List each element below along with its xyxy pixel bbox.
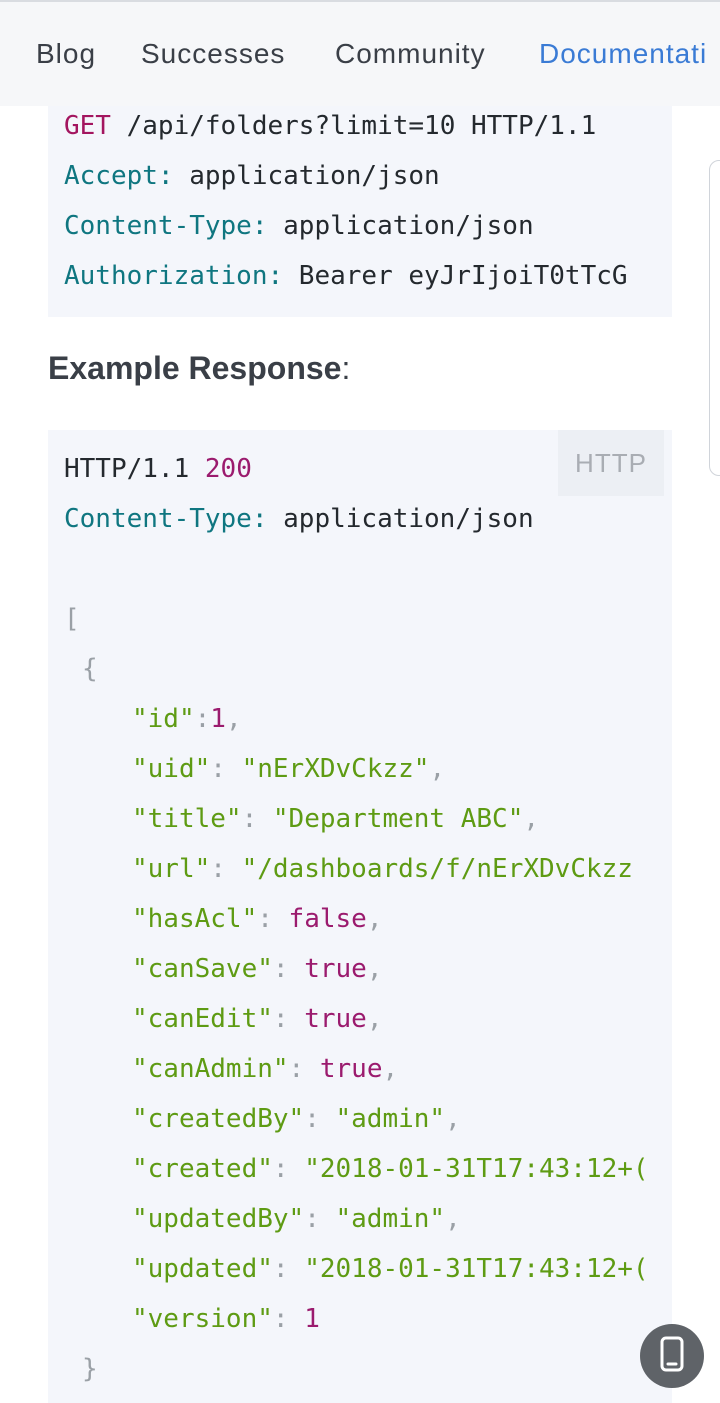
example-response-heading: Example Response: (48, 350, 350, 387)
http-method: GET (64, 111, 111, 141)
json-comma: , (366, 904, 383, 934)
json-separator: : (241, 804, 273, 834)
json-key: "created" (132, 1154, 273, 1184)
nav-link-successes[interactable]: Successes (141, 38, 285, 70)
json-key: "updated" (132, 1254, 273, 1284)
json-key: "updatedBy" (132, 1204, 305, 1234)
header-value: application/json (267, 504, 534, 534)
json-field: "updatedBy": "admin", (132, 1194, 461, 1244)
header-value: application/json (173, 161, 440, 191)
json-value: "admin" (335, 1204, 446, 1234)
json-key: "createdBy" (132, 1104, 305, 1134)
json-comma: , (429, 754, 446, 784)
json-value: 1 (304, 1304, 320, 1334)
status-line: HTTP/1.1 200 (64, 444, 252, 494)
json-separator: : (288, 1054, 320, 1084)
json-value: true (304, 954, 367, 984)
json-field: "created": "2018-01-31T17:43:12+( (132, 1144, 649, 1194)
heading-colon: : (341, 350, 351, 386)
header-name: Content-Type: (64, 211, 268, 241)
header-name: Accept: (64, 161, 174, 191)
json-value: "2018-01-31T17:43:12+( (304, 1154, 649, 1184)
json-comma: , (366, 1004, 383, 1034)
json-key: "canSave" (132, 954, 273, 984)
status-protocol: HTTP/1.1 (64, 454, 205, 484)
json-field: "hasAcl": false, (132, 894, 382, 944)
header-name: Content-Type: (64, 504, 268, 534)
header-accept: Accept: application/json (64, 151, 440, 201)
json-comma: , (382, 1054, 399, 1084)
json-value: "2018-01-31T17:43:12+( (304, 1254, 649, 1284)
json-field: "canSave": true, (132, 944, 382, 994)
side-drawer-handle[interactable] (709, 160, 720, 476)
response-header-content-type: Content-Type: application/json (64, 494, 534, 544)
status-code: 200 (204, 454, 252, 484)
json-comma: , (523, 804, 539, 834)
json-value: "nErXDvCkzz" (241, 754, 430, 784)
phone-icon (657, 1336, 687, 1377)
header-content-type: Content-Type: application/json (64, 201, 534, 251)
nav-link-blog[interactable]: Blog (36, 38, 96, 70)
json-field: "url": "/dashboards/f/nErXDvCkzz (132, 844, 633, 894)
json-field: "canAdmin": true, (132, 1044, 398, 1094)
header-value: Bearer eyJrIjoiT0tTcG (283, 261, 628, 291)
json-key: "url" (132, 854, 211, 884)
json-comma: , (445, 1204, 461, 1234)
json-separator: : (272, 954, 305, 984)
json-separator: : (304, 1204, 336, 1234)
request-code-block: GET /api/folders?limit=10 HTTP/1.1 Accep… (48, 90, 672, 317)
json-separator: : (272, 1254, 305, 1284)
json-close-brace: } (82, 1354, 98, 1384)
device-view-button[interactable] (640, 1324, 704, 1388)
nav-link-documentation[interactable]: Documentati (539, 38, 707, 70)
heading-text: Example Response (48, 350, 342, 386)
json-separator: : (272, 1004, 305, 1034)
json-field: "createdBy": "admin", (132, 1094, 461, 1144)
response-code-block: HTTP HTTP/1.1 200 Content-Type: applicat… (48, 430, 672, 1403)
json-key: "id" (132, 704, 195, 734)
json-value: "admin" (335, 1104, 446, 1134)
json-value: 1 (210, 704, 226, 734)
json-comma: , (445, 1104, 461, 1134)
json-separator: : (210, 754, 242, 784)
json-value: true (304, 1004, 367, 1034)
json-open-bracket: [ (64, 604, 80, 634)
json-value: "Department ABC" (272, 804, 524, 834)
json-separator: : (272, 1304, 305, 1334)
json-field: "uid": "nErXDvCkzz", (132, 744, 445, 794)
request-path: /api/folders?limit=10 HTTP/1.1 (110, 111, 597, 141)
json-separator: : (272, 1154, 305, 1184)
json-separator: : (210, 854, 242, 884)
json-field: "id":1, (132, 694, 242, 744)
language-badge: HTTP (558, 430, 664, 496)
json-value: false (288, 904, 367, 934)
json-field: "version": 1 (132, 1294, 320, 1344)
json-open-brace: { (82, 654, 98, 684)
nav-link-community[interactable]: Community (335, 38, 486, 70)
json-comma: , (366, 954, 383, 984)
header-authorization: Authorization: Bearer eyJrIjoiT0tTcG (64, 251, 628, 301)
json-key: "hasAcl" (132, 904, 258, 934)
json-comma: , (225, 704, 242, 734)
json-key: "uid" (132, 754, 211, 784)
json-value: "/dashboards/f/nErXDvCkzz (241, 854, 633, 884)
json-separator: : (194, 704, 211, 734)
json-key: "canEdit" (132, 1004, 273, 1034)
json-field: "title": "Department ABC", (132, 794, 539, 844)
json-key: "title" (132, 804, 242, 834)
json-value: true (319, 1054, 383, 1084)
json-field: "canEdit": true, (132, 994, 382, 1044)
json-separator: : (257, 904, 289, 934)
header-name: Authorization: (64, 261, 284, 291)
header-value: application/json (267, 211, 534, 241)
request-line: GET /api/folders?limit=10 HTTP/1.1 (64, 101, 596, 151)
json-separator: : (304, 1104, 336, 1134)
json-key: "version" (132, 1304, 273, 1334)
top-nav: Blog Successes Community Documentati (0, 0, 720, 106)
json-key: "canAdmin" (132, 1054, 289, 1084)
json-field: "updated": "2018-01-31T17:43:12+( (132, 1244, 649, 1294)
